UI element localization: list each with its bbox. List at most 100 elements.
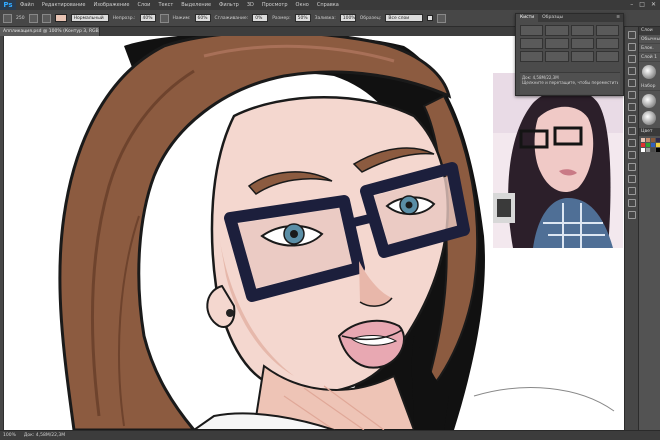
color-swatch[interactable] (656, 143, 660, 147)
brush-preset[interactable] (520, 51, 544, 62)
color-swatch[interactable] (651, 148, 655, 152)
panel-icon-strip (624, 27, 638, 430)
menu-image[interactable]: Изображение (89, 2, 133, 8)
close-icon[interactable]: ✕ (651, 1, 656, 8)
stamp-icon[interactable] (627, 115, 636, 123)
color-swatch[interactable] (641, 143, 645, 147)
path-select-icon[interactable] (627, 187, 636, 195)
color-swatch[interactable] (646, 148, 650, 152)
type-tool-icon[interactable] (627, 175, 636, 183)
tab-swatches[interactable]: Образцы (538, 14, 567, 22)
clone-source-icon[interactable] (41, 13, 51, 23)
floating-panel-tabs: Кисти Образцы ≡ (516, 14, 623, 22)
color-swatch[interactable] (651, 143, 655, 147)
brush-preset[interactable] (570, 51, 594, 62)
move-tool-icon[interactable] (627, 43, 636, 51)
brush-size-label[interactable]: 250 (16, 16, 25, 21)
menu-filter[interactable]: Фильтр (215, 2, 243, 8)
brush-preview[interactable] (642, 94, 656, 108)
panel-row[interactable]: Набор (639, 82, 660, 91)
sample-all-checkbox[interactable] (427, 15, 434, 21)
gradient-icon[interactable] (627, 139, 636, 147)
sample-select[interactable]: Все слои (385, 14, 424, 22)
brush-icon[interactable] (627, 103, 636, 111)
brush-preview[interactable] (642, 111, 656, 125)
brush-preset[interactable] (520, 38, 544, 49)
eraser-icon[interactable] (627, 127, 636, 135)
zoom-tool-icon[interactable] (627, 211, 636, 219)
brush-panel-icon[interactable] (28, 13, 38, 23)
menu-layers[interactable]: Слои (133, 2, 154, 8)
menu-select[interactable]: Выделение (177, 2, 215, 8)
panel-row[interactable]: Блок. (639, 44, 660, 53)
brush-preset[interactable] (570, 38, 594, 49)
zoom-readout[interactable]: 100% (3, 433, 16, 438)
brush-preset[interactable] (545, 38, 569, 49)
panel-info-line: Щелкните и перетащите, чтобы переместить… (522, 80, 618, 85)
right-panels: Слои Обычные Блок. Слой 1 Набор Цвет (638, 27, 660, 430)
menu-window[interactable]: Окно (292, 2, 313, 8)
pen-tool-icon[interactable] (627, 163, 636, 171)
eyedropper-icon[interactable] (627, 91, 636, 99)
panel-row[interactable]: Слой 1 (639, 53, 660, 62)
panel-menu-icon[interactable]: ≡ (616, 14, 623, 22)
fill-label: Заливка: (314, 15, 336, 21)
color-swatch[interactable] (656, 138, 660, 142)
window-controls: – □ ✕ (630, 1, 656, 8)
brush-preset[interactable] (595, 25, 619, 36)
panel-info: Док: 4,58M/22,3M Щелкните и перетащите, … (520, 72, 620, 94)
menu-3d[interactable]: 3D (243, 2, 258, 8)
crop-tool-icon[interactable] (627, 79, 636, 87)
color-swatch[interactable] (656, 148, 660, 152)
color-swatch[interactable] (646, 138, 650, 142)
color-swatch[interactable] (641, 148, 645, 152)
brush-preset[interactable] (545, 51, 569, 62)
floating-panel[interactable]: Кисти Образцы ≡ Док: 4,58M/22,3M Щелкнит… (515, 13, 624, 96)
pressure-opacity-icon[interactable] (159, 13, 169, 23)
smooth-field[interactable]: 0% (252, 14, 269, 22)
sample-label: Образец: (359, 15, 382, 21)
color-swatch[interactable] (646, 143, 650, 147)
brush-preset[interactable] (595, 51, 619, 62)
hand-tool-icon[interactable] (627, 199, 636, 207)
menu-bar: Ps Файл Редактирование Изображение Слои … (0, 0, 660, 10)
flow-label: Нажим: (172, 15, 191, 21)
photoshop-window: Ps Файл Редактирование Изображение Слои … (0, 0, 660, 440)
brush-preset[interactable] (520, 25, 544, 36)
menu-type[interactable]: Текст (154, 2, 177, 8)
size-label: Размер: (272, 15, 291, 21)
dodge-icon[interactable] (627, 151, 636, 159)
tab-brushes[interactable]: Кисти (516, 14, 539, 22)
layers-panel-header[interactable]: Слои (639, 27, 660, 35)
color-swatch[interactable] (651, 138, 655, 142)
menu-file[interactable]: Файл (16, 2, 38, 8)
mode-select[interactable]: Нормальный (70, 14, 109, 22)
pressure-size-icon[interactable] (437, 13, 447, 23)
menu-help[interactable]: Справка (313, 2, 343, 8)
opacity-field[interactable]: 40% (139, 14, 156, 22)
minimize-icon[interactable]: – (630, 1, 633, 8)
opacity-label: Непрозр.: (112, 15, 136, 21)
flow-field[interactable]: 60% (194, 14, 211, 22)
lasso-tool-icon[interactable] (627, 67, 636, 75)
brush-tool-icon[interactable] (3, 13, 12, 23)
fill-field[interactable]: 100% (339, 14, 356, 22)
menu-view[interactable]: Просмотр (258, 2, 292, 8)
size-field[interactable]: 50% (294, 14, 311, 22)
panel-row[interactable]: Обычные (639, 35, 660, 44)
brush-preset[interactable] (570, 25, 594, 36)
maximize-icon[interactable]: □ (639, 1, 645, 8)
color-panel-header[interactable]: Цвет (639, 128, 660, 136)
brush-preview[interactable] (642, 65, 656, 79)
color-swatch[interactable] (641, 138, 645, 142)
brush-preset[interactable] (595, 38, 619, 49)
document-tab[interactable]: Аппликация.psd @ 100% (Контур 3, RGB/8) … (0, 27, 100, 36)
color-swatch[interactable] (54, 14, 67, 22)
brush-preset[interactable] (545, 25, 569, 36)
status-bar: 100% Док: 4,58M/22,3M (0, 430, 660, 440)
marquee-tool-icon[interactable] (627, 55, 636, 63)
menu-edit[interactable]: Редактирование (38, 2, 90, 8)
history-icon[interactable] (627, 31, 636, 39)
doc-size-readout: Док: 4,58M/22,3M (23, 433, 66, 438)
swatches-grid (639, 136, 660, 154)
